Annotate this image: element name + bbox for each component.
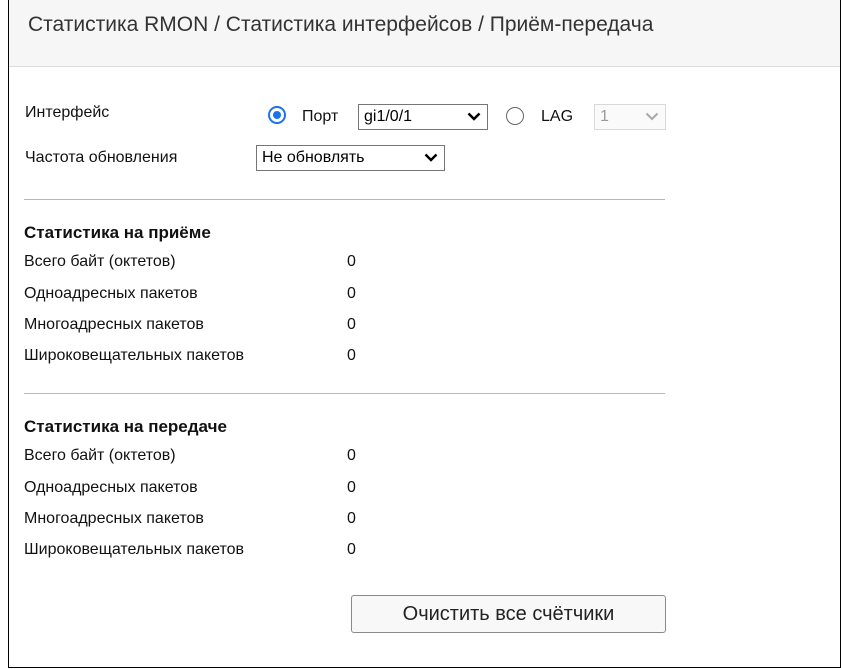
rx-unicast-label: Одноадресных пакетов bbox=[24, 285, 198, 302]
tx-unicast-value: 0 bbox=[347, 479, 356, 496]
chevron-down-icon bbox=[424, 153, 438, 162]
port-radio-label[interactable]: Порт bbox=[302, 108, 338, 126]
rx-multicast-value: 0 bbox=[347, 316, 356, 333]
lag-radio-label[interactable]: LAG bbox=[541, 108, 573, 126]
rx-multicast-label: Многоадресных пакетов bbox=[24, 316, 204, 333]
rx-broadcast-label: Широковещательных пакетов bbox=[24, 347, 245, 364]
rx-section-title: Статистика на приёме bbox=[24, 223, 211, 242]
tx-total-bytes-label: Всего байт (октетов) bbox=[24, 447, 176, 464]
chevron-down-icon bbox=[467, 112, 481, 121]
rx-total-bytes-value: 0 bbox=[347, 253, 356, 270]
page-frame bbox=[8, 0, 841, 668]
divider bbox=[24, 393, 665, 394]
lag-select-value: 1 bbox=[600, 108, 609, 125]
interface-label: Интерфейс bbox=[25, 104, 110, 121]
divider bbox=[24, 199, 665, 200]
lag-select[interactable]: 1 bbox=[594, 104, 666, 130]
tx-broadcast-value: 0 bbox=[347, 541, 356, 558]
tx-total-bytes-value: 0 bbox=[347, 447, 356, 464]
port-select[interactable]: gi1/0/1 bbox=[358, 104, 488, 130]
port-radio[interactable] bbox=[268, 106, 286, 124]
tx-multicast-value: 0 bbox=[347, 510, 356, 527]
rx-broadcast-value: 0 bbox=[347, 347, 356, 364]
chevron-down-icon bbox=[645, 112, 659, 121]
tx-section-title: Статистика на передаче bbox=[24, 417, 227, 436]
clear-all-counters-button[interactable]: Очистить все счётчики bbox=[351, 595, 666, 633]
refresh-rate-label: Частота обновления bbox=[25, 149, 178, 166]
port-select-value: gi1/0/1 bbox=[364, 108, 413, 125]
breadcrumb: Статистика RMON / Статистика интерфейсов… bbox=[28, 13, 654, 36]
tx-broadcast-label: Широковещательных пакетов bbox=[24, 541, 245, 558]
rx-total-bytes-label: Всего байт (октетов) bbox=[24, 253, 176, 270]
refresh-rate-value: Не обновлять bbox=[262, 149, 365, 166]
lag-radio[interactable] bbox=[506, 107, 524, 125]
rx-unicast-value: 0 bbox=[347, 285, 356, 302]
page-header: Статистика RMON / Статистика интерфейсов… bbox=[9, 0, 840, 67]
refresh-rate-select[interactable]: Не обновлять bbox=[256, 145, 445, 171]
tx-unicast-label: Одноадресных пакетов bbox=[24, 479, 198, 496]
tx-multicast-label: Многоадресных пакетов bbox=[24, 510, 204, 527]
